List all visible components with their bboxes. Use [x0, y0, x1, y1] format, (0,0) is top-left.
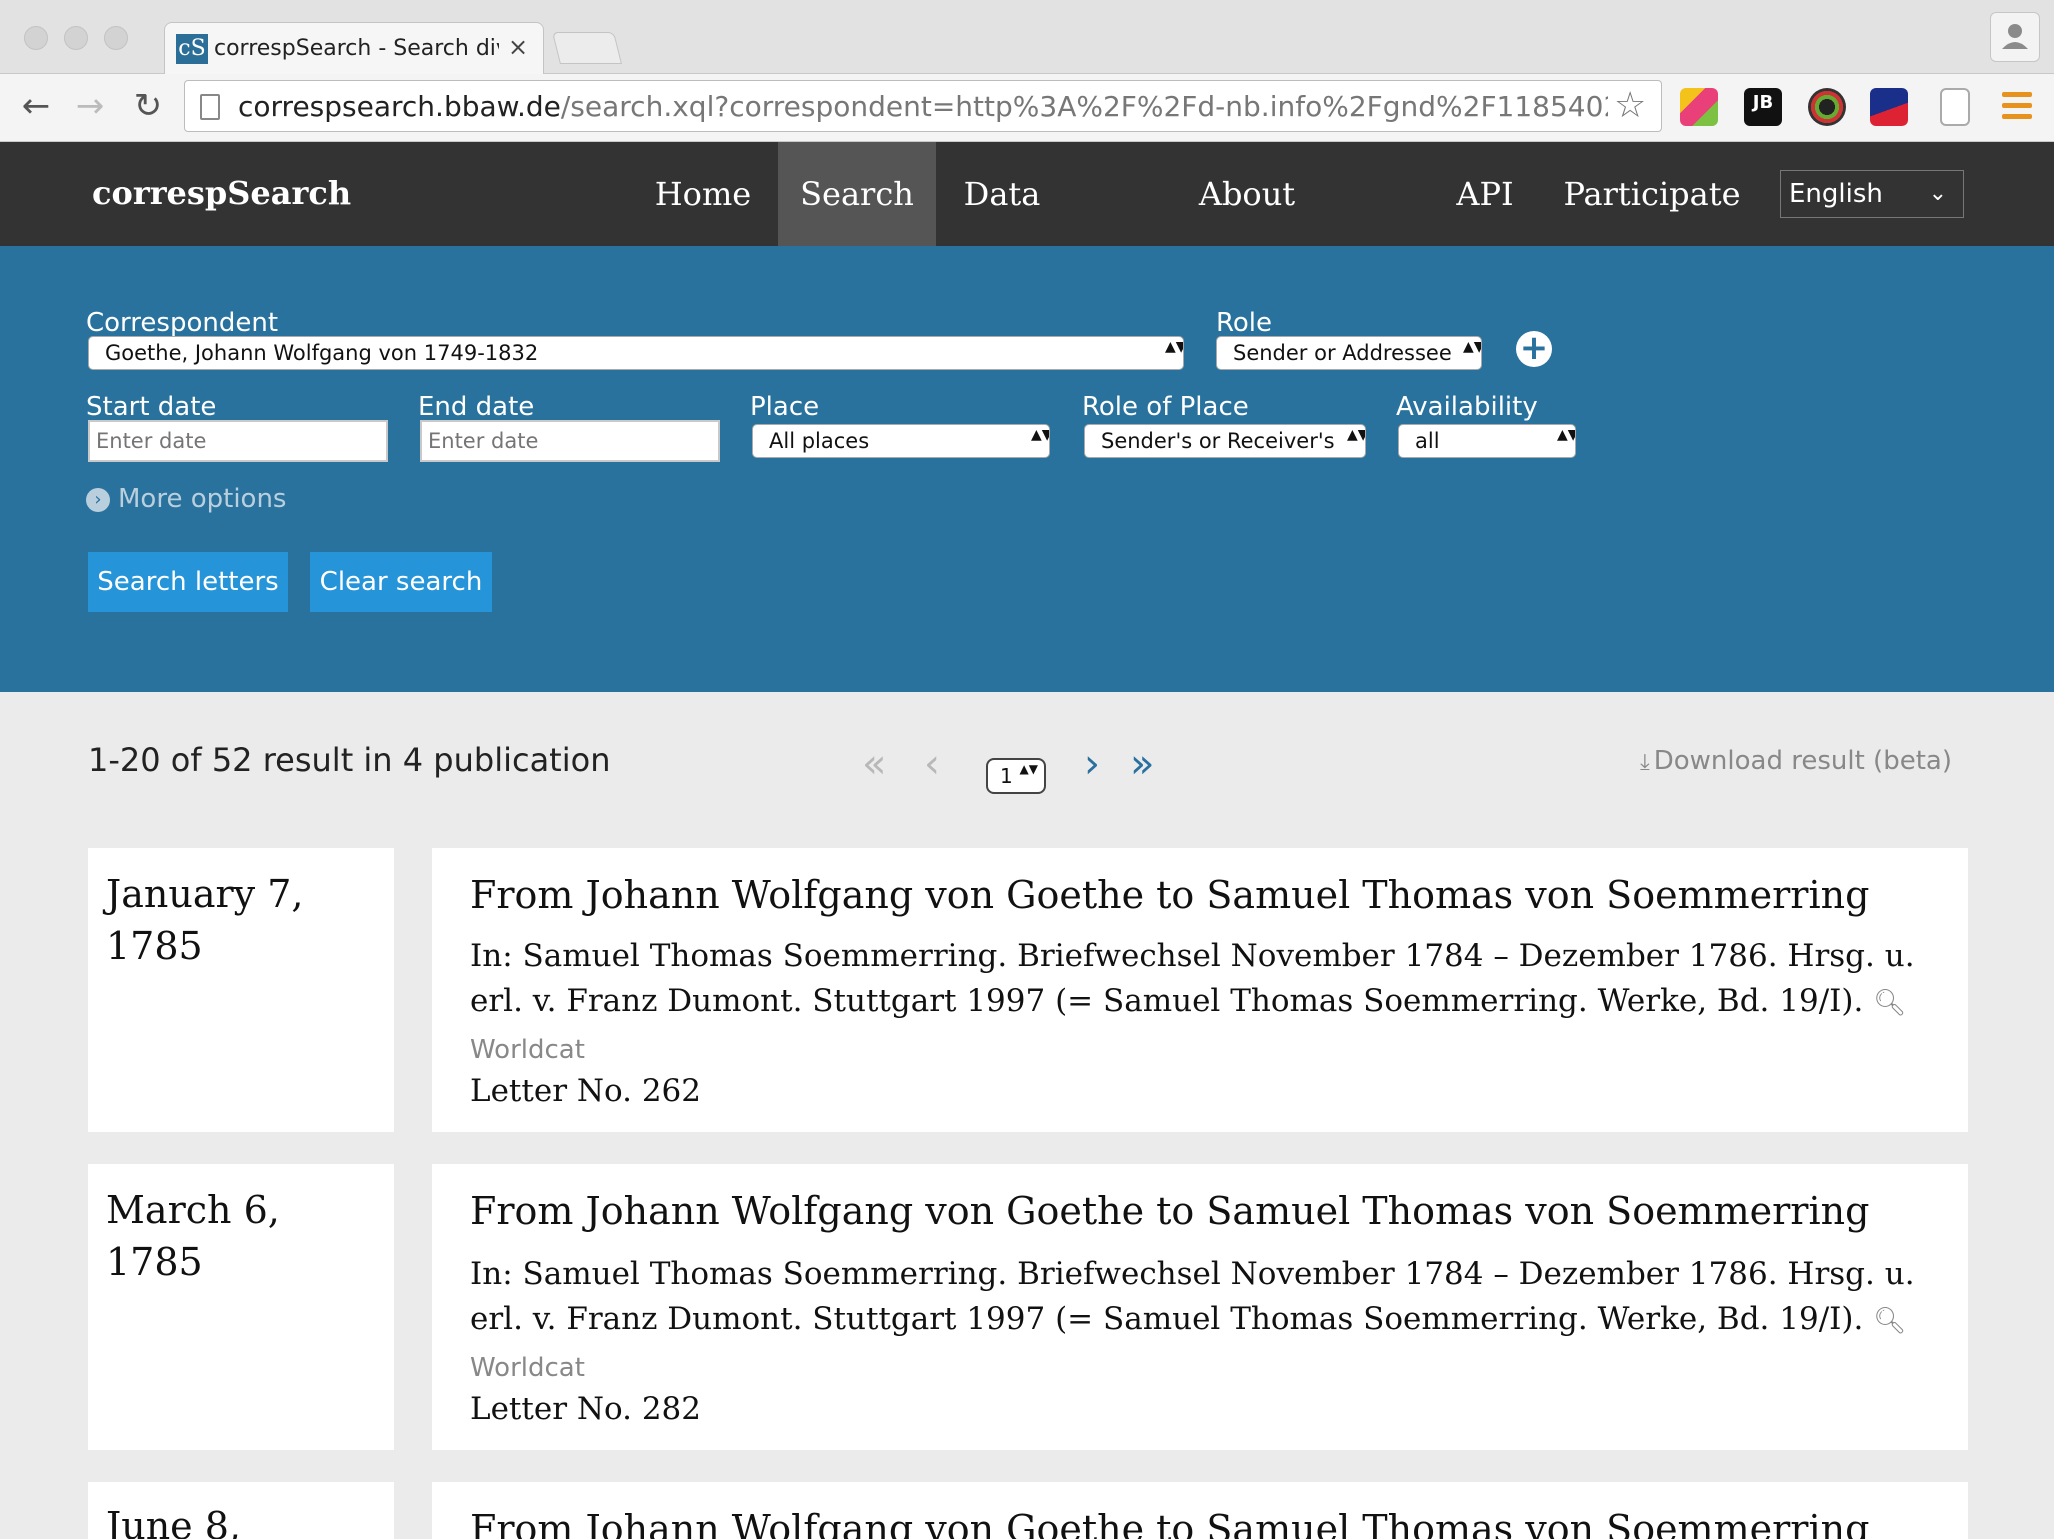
color-wheel-extension-icon[interactable] [1808, 88, 1846, 126]
next-page-icon[interactable]: › [1084, 740, 1100, 788]
clear-search-button[interactable]: Clear search [310, 552, 492, 612]
select-arrows-icon: ▲▼ [1557, 427, 1575, 443]
role-of-place-select[interactable]: Sender's or Receiver's ▲▼ [1084, 424, 1366, 458]
place-select[interactable]: All places ▲▼ [752, 424, 1050, 458]
correspondent-select[interactable]: Goethe, Johann Wolfgang von 1749-1832 ▲▼ [88, 336, 1184, 370]
nav-participate[interactable]: Participate [1562, 142, 1742, 246]
search-panel [0, 246, 2054, 692]
result-date-day: January 7, [106, 872, 304, 916]
download-icon: ⤓ [1640, 750, 1650, 775]
back-button[interactable]: ← [14, 84, 58, 128]
favicon-icon: cS [176, 34, 208, 64]
add-correspondent-icon[interactable]: + [1516, 331, 1552, 367]
role-of-place-value: Sender's or Receiver's [1101, 429, 1335, 453]
letter-number: Letter No. 262 [470, 1073, 701, 1109]
address-url[interactable]: correspsearch.bbaw.de/search.xql?corresp… [238, 89, 1608, 125]
nav-api[interactable]: API [1440, 142, 1530, 246]
result-title[interactable]: From Johann Wolfgang von Goethe to Samue… [470, 870, 1950, 920]
role-select[interactable]: Sender or Addressee ▲▼ [1216, 336, 1482, 370]
window-zoom-button[interactable] [104, 26, 128, 50]
result-date-day: March 6, [106, 1188, 280, 1232]
search-icon: 🔍︎ [1873, 988, 1907, 1018]
language-value: English [1789, 179, 1883, 209]
start-date-label: Start date [86, 392, 217, 422]
more-options-label: More options [118, 484, 287, 514]
place-value: All places [769, 429, 870, 453]
page-value: 1 [1000, 764, 1013, 788]
reload-button[interactable]: ↻ [126, 84, 170, 128]
language-select[interactable]: English ⌄ [1780, 170, 1964, 218]
role-of-place-label: Role of Place [1082, 392, 1249, 422]
select-arrows-icon: ▲▼ [1347, 427, 1365, 443]
forward-button[interactable]: → [68, 84, 112, 128]
last-page-icon[interactable]: » [1130, 740, 1154, 788]
download-result-link[interactable]: ⤓ Download result (beta) [1640, 744, 1952, 780]
nav-about[interactable]: About correspSearch [1086, 142, 1408, 317]
chevron-circle-right-icon: › [86, 488, 110, 512]
correspondent-value: Goethe, Johann Wolfgang von 1749-1832 [105, 341, 539, 365]
end-date-label: End date [418, 392, 535, 422]
page-select[interactable]: 1 ▲▼ [986, 758, 1046, 794]
end-date-input[interactable] [420, 420, 720, 462]
result-summary: 1-20 of 52 result in 4 publication [88, 741, 611, 779]
result-title[interactable]: From Johann Wolfgang von Goethe to Samue… [470, 1504, 1950, 1539]
result-date-year: 1785 [106, 924, 203, 968]
jetbrains-extension-icon[interactable]: JB [1744, 88, 1782, 126]
url-path: /search.xql?correspondent=http%3A%2F%2Fd… [560, 90, 1608, 123]
extension-cube-icon[interactable] [1680, 88, 1718, 126]
new-tab-button[interactable] [552, 32, 622, 64]
url-host: correspsearch.bbaw.de [238, 90, 561, 123]
availability-label: Availability [1396, 392, 1538, 422]
result-date: January 7, 1785 [106, 868, 376, 972]
letter-number: Letter No. 282 [470, 1391, 701, 1427]
correspondent-label: Correspondent [86, 308, 279, 338]
result-publication: In: Samuel Thomas Soemmerring. Briefwech… [470, 934, 1950, 1073]
availability-value: all [1415, 429, 1440, 453]
prev-page-icon[interactable]: ‹ [924, 740, 940, 788]
select-arrows-icon: ▲▼ [1031, 427, 1049, 443]
nav-search[interactable]: Search [778, 142, 936, 246]
nav-home[interactable]: Home [640, 142, 766, 246]
profile-button[interactable] [1990, 12, 2040, 62]
page-icon [200, 94, 220, 120]
role-label: Role [1216, 308, 1273, 338]
person-icon [2002, 24, 2028, 49]
chevron-down-icon: ⌄ [1928, 181, 1947, 206]
role-value: Sender or Addressee [1233, 341, 1452, 365]
tab-close-icon[interactable]: × [508, 32, 528, 62]
speed-extension-icon[interactable] [1870, 88, 1908, 126]
result-date-day: June 8, [106, 1504, 242, 1539]
window-minimize-button[interactable] [64, 26, 88, 50]
availability-select[interactable]: all ▲▼ [1398, 424, 1576, 458]
place-label: Place [750, 392, 820, 422]
select-arrows-icon: ▲▼ [1165, 339, 1183, 355]
search-icon: 🔍︎ [1873, 1306, 1907, 1336]
publication-text: In: Samuel Thomas Soemmerring. Briefwech… [470, 1256, 1915, 1337]
result-date: March 6, 1785 [106, 1184, 376, 1288]
worldcat-label: Worldcat [470, 1035, 585, 1065]
select-arrows-icon: ▲▼ [1463, 339, 1481, 355]
nav-data[interactable]: Data [950, 142, 1054, 246]
select-arrows-icon: ▲▼ [1019, 762, 1038, 776]
site-brand[interactable]: correspSearch [92, 170, 351, 216]
start-date-input[interactable] [88, 420, 388, 462]
result-date-year: 1785 [106, 1240, 203, 1284]
publication-text: In: Samuel Thomas Soemmerring. Briefwech… [470, 938, 1915, 1019]
bookmark-star-icon[interactable]: ☆ [1614, 84, 1646, 128]
browser-menu-icon[interactable] [2002, 92, 2032, 120]
page-source-extension-icon[interactable] [1940, 88, 1970, 126]
tab-title: correspSearch - Search div [214, 36, 499, 61]
result-publication: In: Samuel Thomas Soemmerring. Briefwech… [470, 1252, 1950, 1391]
window-close-button[interactable] [24, 26, 48, 50]
first-page-icon[interactable]: « [862, 740, 886, 788]
download-label: Download result (beta) [1653, 746, 1952, 776]
search-letters-button[interactable]: Search letters [88, 552, 288, 612]
worldcat-label: Worldcat [470, 1353, 585, 1383]
result-title[interactable]: From Johann Wolfgang von Goethe to Samue… [470, 1186, 1950, 1236]
result-date: June 8, [106, 1500, 376, 1539]
more-options-toggle[interactable]: › More options [86, 482, 286, 516]
